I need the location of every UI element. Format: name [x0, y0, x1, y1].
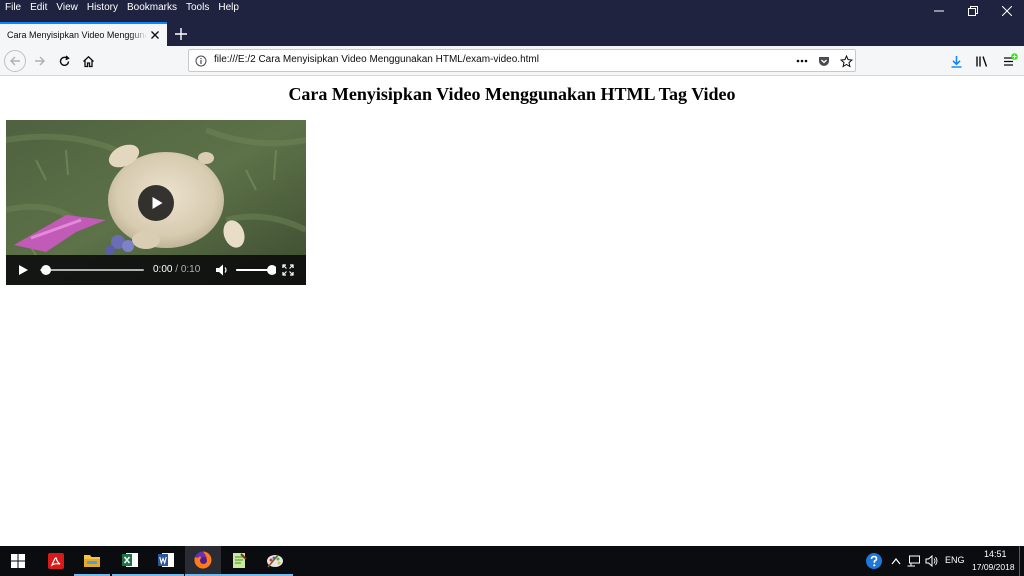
restore-button[interactable] — [956, 0, 990, 22]
excel-icon — [122, 553, 138, 567]
url-text[interactable]: file:///E:/2 Cara Menyisipkan Video Meng… — [214, 54, 539, 65]
hamburger-menu-icon — [1004, 53, 1018, 66]
tab-strip: Cara Menyisipkan Video Menggunakan HTML … — [0, 22, 1024, 46]
menu-edit[interactable]: Edit — [25, 0, 51, 16]
play-icon[interactable] — [16, 263, 30, 277]
forward-button[interactable] — [30, 51, 50, 71]
volume-fill — [236, 269, 272, 271]
clock-date[interactable]: 17/09/2018 — [972, 562, 1015, 572]
downloads-button[interactable] — [946, 51, 966, 71]
chevron-up-icon[interactable] — [891, 557, 901, 565]
close-window-button[interactable] — [990, 0, 1024, 22]
library-icon — [976, 55, 988, 67]
menu-history[interactable]: History — [82, 0, 122, 16]
scrubber-bar[interactable] — [40, 263, 148, 277]
time-separator: / — [172, 264, 181, 275]
network-icon[interactable] — [907, 555, 921, 567]
notepad-plus-plus-icon — [233, 553, 247, 568]
windows-taskbar: ENG 14:51 17/09/2018 — [0, 546, 1024, 576]
download-arrow-icon — [951, 55, 961, 68]
menu-bookmarks[interactable]: Bookmarks — [122, 0, 181, 16]
minimize-button[interactable] — [922, 0, 956, 22]
taskbar-firefox[interactable] — [185, 546, 221, 576]
new-tab-plus-icon[interactable] — [172, 25, 190, 43]
video-controls-bar: 0:00 / 0:10 — [6, 255, 306, 285]
tab-active[interactable]: Cara Menyisipkan Video Menggunakan HTML … — [0, 22, 167, 46]
fullscreen-icon[interactable] — [282, 264, 294, 276]
info-icon[interactable] — [194, 54, 208, 68]
file-explorer-icon — [84, 555, 100, 567]
scrubber-thumb[interactable] — [41, 265, 51, 275]
minimize-icon — [934, 10, 944, 12]
url-bar[interactable]: file:///E:/2 Cara Menyisipkan Video Meng… — [188, 49, 856, 72]
paint-icon — [267, 554, 283, 568]
menu-bar: File Edit View History Bookmarks Tools H… — [0, 0, 243, 16]
firefox-icon — [194, 551, 212, 569]
clock-time[interactable]: 14:51 — [984, 549, 1007, 559]
volume-icon[interactable] — [215, 263, 229, 277]
app-menu-button[interactable] — [1000, 51, 1020, 71]
menu-tools[interactable]: Tools — [181, 0, 213, 16]
reload-icon — [59, 54, 70, 66]
video-time: 0:00 / 0:10 — [153, 264, 200, 275]
help-icon[interactable] — [865, 552, 883, 570]
back-arrow-icon — [10, 56, 20, 66]
taskbar-paint[interactable] — [257, 546, 293, 576]
close-icon — [1002, 6, 1012, 16]
pocket-icon[interactable] — [817, 54, 831, 68]
current-time: 0:00 — [153, 264, 173, 275]
forward-arrow-icon — [35, 56, 45, 66]
taskbar-word[interactable] — [148, 546, 184, 576]
tab-close-icon[interactable] — [149, 29, 161, 41]
menu-file[interactable]: File — [0, 0, 25, 16]
word-icon — [158, 553, 174, 567]
center-play-button-icon[interactable] — [138, 185, 174, 221]
page-heading: Cara Menyisipkan Video Menggunakan HTML … — [288, 84, 736, 104]
video-duration: 0:10 — [180, 264, 201, 275]
library-button[interactable] — [972, 51, 992, 71]
window-controls — [922, 0, 1024, 22]
video-player[interactable]: 0:00 / 0:10 — [6, 120, 306, 285]
tab-title: Cara Menyisipkan Video Menggunakan HTML … — [7, 30, 147, 40]
taskbar-acrobat[interactable] — [38, 546, 74, 576]
home-icon — [82, 55, 94, 67]
taskbar-notepad-plus-plus[interactable] — [221, 546, 257, 576]
bookmark-star-icon[interactable] — [839, 54, 853, 68]
home-button[interactable] — [78, 51, 98, 71]
menu-help[interactable]: Help — [213, 0, 243, 16]
volume-thumb[interactable] — [267, 265, 276, 275]
reload-button[interactable] — [54, 51, 74, 71]
speaker-icon[interactable] — [925, 555, 939, 567]
back-button[interactable] — [4, 50, 26, 72]
menu-view[interactable]: View — [51, 0, 82, 16]
input-language[interactable]: ENG — [945, 555, 965, 565]
page-actions-icon[interactable] — [795, 54, 809, 68]
navigation-toolbar: file:///E:/2 Cara Menyisipkan Video Meng… — [0, 46, 1024, 76]
acrobat-icon — [48, 553, 64, 569]
start-button[interactable] — [0, 546, 36, 576]
show-desktop-divider[interactable] — [1019, 546, 1020, 576]
volume-slider[interactable] — [236, 263, 276, 277]
start-icon — [11, 554, 25, 568]
window-title-bar: File Edit View History Bookmarks Tools H… — [0, 0, 1024, 22]
taskbar-file-explorer[interactable] — [74, 546, 110, 576]
restore-icon — [968, 6, 978, 16]
taskbar-excel[interactable] — [112, 546, 148, 576]
